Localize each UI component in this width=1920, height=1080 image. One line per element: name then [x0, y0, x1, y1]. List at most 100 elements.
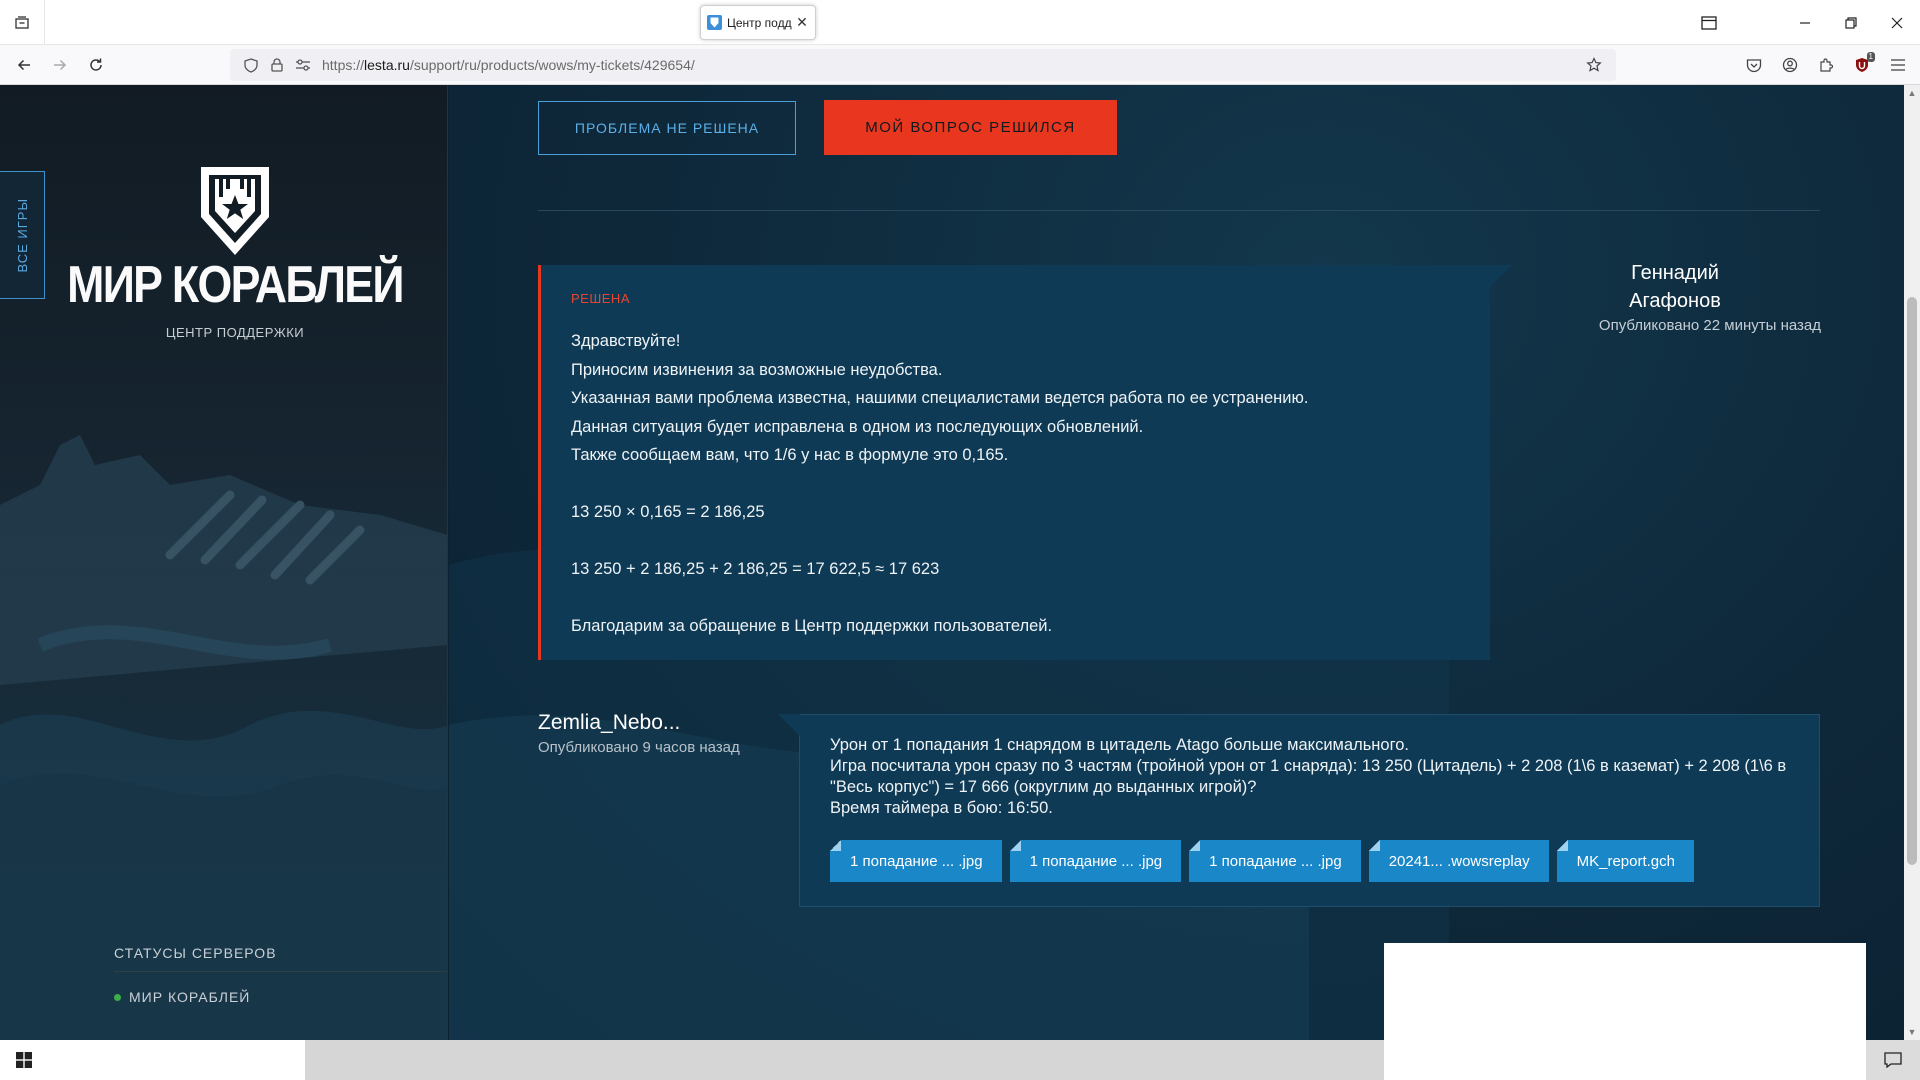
sidebar: ВСЕ ИГРЫ МИР КОРАБЛЕЙ ЦЕНТР ПОДДЕРЖКИ СТ…: [0, 85, 448, 1040]
message-line: [571, 584, 1451, 613]
scroll-down-arrow-icon[interactable]: ▼: [1904, 1024, 1920, 1040]
agent-reply: РЕШЕНА Здравствуйте! Приносим извинения …: [538, 265, 1512, 660]
message-line: Время таймера в бою: 16:50.: [830, 799, 1053, 817]
attachment-name: 1 попадание ... .jpg: [1029, 852, 1163, 870]
question-solved-button[interactable]: МОЙ ВОПРОС РЕШИЛСЯ: [824, 100, 1117, 155]
attachment-file[interactable]: MK_report.gch: [1556, 840, 1694, 882]
tracking-shield-icon[interactable]: [238, 49, 264, 81]
status-dot: [114, 993, 121, 1001]
message-line: [571, 470, 1451, 499]
user-message-text: Урон от 1 попадания 1 снарядом в цитадел…: [830, 735, 1790, 819]
file-fold-shade: [1009, 840, 1021, 851]
bubble-corner: [1490, 265, 1512, 287]
attachments-list: 1 попадание ... .jpg 1 попадание ... .jp…: [830, 840, 1694, 882]
tab-title: Центр подд: [727, 15, 792, 30]
section-divider: [538, 210, 1820, 211]
os-taskbar: [0, 1040, 1920, 1080]
address-bar[interactable]: https://lesta.ru/support/ru/products/wow…: [230, 49, 1616, 81]
minimize-icon[interactable]: [1782, 0, 1828, 45]
attachment-name: 1 попадание ... .jpg: [1209, 852, 1342, 870]
taskbar-blank-area: [1384, 1040, 1866, 1080]
permissions-icon[interactable]: [290, 49, 316, 81]
message-line: 13 250 + 2 186,25 + 2 186,25 = 17 622,5 …: [571, 560, 940, 578]
file-fold-shade: [1556, 840, 1568, 851]
attachment-file[interactable]: 1 попадание ... .jpg: [1009, 840, 1182, 882]
message-line: Указанная вами проблема известна, нашими…: [571, 389, 1309, 407]
page-viewport: ВСЕ ИГРЫ МИР КОРАБЛЕЙ ЦЕНТР ПОДДЕРЖКИ СТ…: [0, 85, 1920, 1040]
user-published-time: Опубликовано 9 часов назад: [538, 739, 740, 756]
reload-icon[interactable]: [80, 49, 112, 81]
attachment-file[interactable]: 1 попадание ... .jpg: [1189, 840, 1361, 882]
restore-icon[interactable]: [1828, 0, 1874, 45]
scroll-up-arrow-icon[interactable]: ▲: [1904, 85, 1920, 101]
page-scrollbar[interactable]: ▲ ▼: [1904, 85, 1920, 1040]
support-center-label: ЦЕНТР ПОДДЕРЖКИ: [165, 325, 305, 340]
account-icon[interactable]: [1772, 49, 1808, 81]
message-line: Данная ситуация будет исправлена в одном…: [571, 417, 1144, 436]
agent-author-block: Геннадий Агафонов Опубликовано 22 минуты…: [1531, 259, 1821, 334]
message-line: Приносим извинения за возможные неудобст…: [571, 360, 943, 379]
hamburger-menu-icon[interactable]: [1880, 49, 1916, 81]
taskbar-search-box[interactable]: [48, 1040, 305, 1080]
attachment-file[interactable]: 1 попадание ... .jpg: [830, 840, 1002, 882]
close-tab-icon[interactable]: ✕: [795, 14, 809, 31]
attachment-file[interactable]: 20241... .wowsreplay: [1368, 840, 1549, 882]
file-fold-shade: [1368, 840, 1380, 851]
toolbar-icons: 1: [1736, 49, 1916, 81]
windows-start-icon[interactable]: [0, 1040, 48, 1080]
server-statuses-title: СТАТУСЫ СЕРВЕРОВ: [114, 945, 277, 961]
lock-icon[interactable]: [264, 49, 290, 81]
ublock-extension-icon[interactable]: 1: [1844, 49, 1880, 81]
attachment-name: 1 попадание ... .jpg: [850, 852, 983, 870]
attachment-name: 20241... .wowsreplay: [1388, 852, 1530, 870]
agent-name: Геннадий Агафонов: [1571, 259, 1779, 315]
extensions-icon[interactable]: [1808, 49, 1844, 81]
ticket-main: ПРОБЛЕМА НЕ РЕШЕНА МОЙ ВОПРОС РЕШИЛСЯ РЕ…: [449, 85, 1904, 1040]
server-name: МИР КОРАБЛЕЙ: [129, 989, 251, 1005]
back-arrow-icon[interactable]: [8, 49, 40, 81]
tab-overview-icon[interactable]: [1686, 0, 1732, 45]
user-message: Урон от 1 попадания 1 снарядом в цитадел…: [778, 714, 1820, 907]
attachment-name: MK_report.gch: [1576, 852, 1675, 870]
ticket-status-badge: РЕШЕНА: [571, 291, 630, 306]
agent-reply-text: Здравствуйте! Приносим извинения за возм…: [571, 327, 1451, 641]
window-controls: [1686, 0, 1920, 45]
agent-first-name: Геннадий: [1631, 262, 1719, 284]
close-window-icon[interactable]: [1874, 0, 1920, 45]
scrollbar-thumb[interactable]: [1907, 297, 1917, 865]
server-status-item[interactable]: МИР КОРАБЛЕЙ: [114, 989, 250, 1005]
url-path: /support/ru/products/wows/my-tickets/429…: [409, 57, 695, 73]
shield-favicon-icon: [707, 15, 722, 30]
notifications-icon[interactable]: [1866, 1040, 1920, 1080]
message-line: Также сообщаем вам, что 1/6 у нас в форм…: [571, 446, 1009, 464]
forward-arrow-icon[interactable]: [44, 49, 76, 81]
bubble-corner: [778, 714, 800, 736]
file-fold-shade: [1189, 840, 1201, 851]
message-line: 13 250 × 0,165 = 2 186,25: [571, 503, 765, 521]
browser-nav-bar: https://lesta.ru/support/ru/products/wow…: [0, 45, 1920, 85]
shield-star-logo-icon: [201, 167, 269, 255]
message-line: Урон от 1 попадания 1 снарядом в цитадел…: [830, 736, 1409, 754]
bookmark-star-icon[interactable]: [1580, 49, 1608, 81]
logo-wordmark[interactable]: МИР КОРАБЛЕЙ: [33, 255, 437, 315]
extension-badge: 1: [1866, 52, 1875, 62]
message-line: Благодарим за обращение в Центр поддержк…: [571, 617, 1053, 635]
all-games-label: ВСЕ ИГРЫ: [14, 197, 30, 273]
user-author-block: Zemlia_Nebo... Опубликовано 9 часов наза…: [538, 709, 768, 756]
blank-popup-overlay: [1384, 943, 1866, 1040]
problem-not-solved-button[interactable]: ПРОБЛЕМА НЕ РЕШЕНА: [538, 101, 796, 155]
user-name: Zemlia_Nebo...: [538, 711, 681, 734]
agent-published-time: Опубликовано 22 минуты назад: [1598, 317, 1821, 334]
message-line: [571, 527, 1451, 556]
message-line: Игра посчитала урон сразу по 3 частям (т…: [830, 757, 1787, 796]
tab-list-icon[interactable]: [0, 0, 45, 45]
file-fold-shade: [830, 840, 841, 851]
message-line: Здравствуйте!: [571, 332, 681, 350]
agent-last-name: Агафонов: [1629, 290, 1721, 312]
pocket-icon[interactable]: [1736, 49, 1772, 81]
url-scheme: https://: [322, 57, 365, 73]
browser-tab-active[interactable]: Центр подд ✕: [700, 5, 816, 40]
url-host: lesta.ru: [364, 57, 410, 73]
sidebar-divider: [114, 971, 447, 972]
url-text: https://lesta.ru/support/ru/products/wow…: [322, 57, 695, 73]
